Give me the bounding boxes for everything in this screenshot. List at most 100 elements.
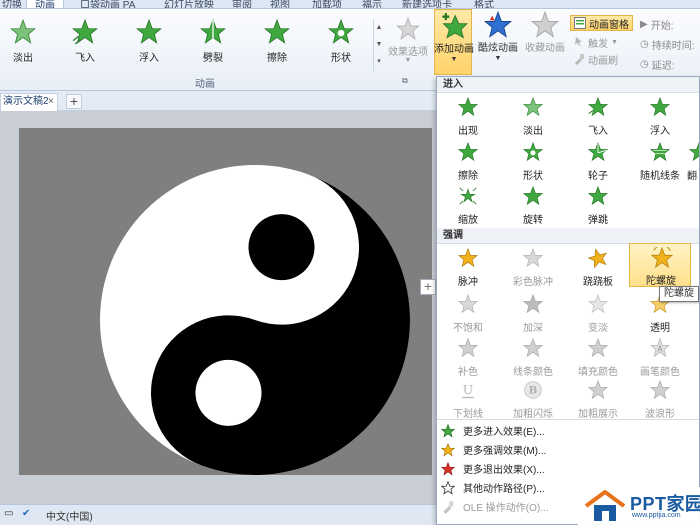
slide-workspace: + (0, 111, 436, 504)
effect-bounce[interactable]: 弹跳 (567, 183, 629, 227)
menu-divider (437, 419, 699, 420)
tab-view[interactable]: 视图 (270, 0, 290, 8)
gallery-scrollbar[interactable]: ▲ ▼ ▾ (373, 19, 384, 71)
document-tab[interactable]: 演示文稿2 × (0, 93, 58, 111)
gallery-item-fly-in[interactable]: 飞入 (60, 17, 110, 64)
star-appear-icon (458, 97, 478, 117)
star-shape-icon (328, 19, 354, 44)
add-animation-button[interactable]: 添加动画 ▼ (434, 9, 474, 75)
effect-label: 不饱和 (453, 323, 483, 334)
gallery-more-icon[interactable]: ▾ (374, 53, 384, 70)
effect-fade[interactable]: 淡出 (502, 94, 564, 138)
effect-fly-in[interactable]: 飞入 (567, 94, 629, 138)
gallery-label: 淡出 (13, 53, 33, 64)
spell-check-icon[interactable]: ✔ (22, 508, 30, 519)
star-line-color-icon (523, 338, 543, 358)
cool-animation-label: 酷炫动画 (478, 43, 518, 54)
animation-pane-button[interactable]: 动画窗格 (570, 15, 633, 31)
favorite-animation-label: 收藏动画 (525, 43, 565, 54)
star-teeter-icon (588, 248, 608, 268)
menu-more-emphasis-effects[interactable]: 更多强调效果(M)... (437, 440, 699, 459)
gallery-item-fade[interactable]: 淡出 (0, 17, 48, 64)
star-color-pulse-icon (523, 248, 543, 268)
section-header-emphasis: 强调 (437, 228, 699, 244)
tab-fushi[interactable]: 福示 (362, 0, 382, 8)
menu-item-label: 其他动作路径(P)... (463, 484, 545, 495)
tab-pocket-animation[interactable]: 口袋动画 PA (80, 0, 135, 8)
effect-options-button[interactable]: 效果选项 ▼ (386, 13, 430, 69)
yin-yang-shape[interactable] (19, 128, 432, 475)
close-icon[interactable]: × (48, 94, 54, 110)
star-random-bars-icon (650, 142, 670, 162)
menu-item-label: OLE 操作动作(O)... (463, 503, 549, 514)
effect-pulse[interactable]: 脉冲 (437, 245, 499, 289)
effect-options-label: 效果选项 (388, 47, 428, 58)
effect-label: 脉冲 (458, 277, 478, 288)
effect-zoom[interactable]: 缩放 (437, 183, 499, 227)
scroll-down-icon[interactable]: ▼ (374, 36, 384, 53)
gallery-label: 浮入 (139, 53, 159, 64)
favorite-animation-button[interactable]: 收藏动画 (523, 9, 567, 75)
effect-desaturate: 不饱和 (437, 291, 499, 335)
effect-fill-color: 填充颜色 (567, 335, 629, 379)
timing-start[interactable]: ▶ 开始: (640, 16, 700, 32)
dialog-launcher-icon[interactable]: ⧉ (402, 76, 408, 86)
cool-animation-button[interactable]: 酷炫动画 ▼ (476, 9, 520, 75)
effect-wheel[interactable]: 轮子 (567, 139, 629, 183)
tab-new-tab[interactable]: 新建选项卡 (402, 0, 452, 8)
star-brush-color-icon: A (650, 338, 670, 358)
star-desaturate-icon (458, 294, 478, 314)
animation-brush-label: 动画刷 (588, 55, 618, 67)
effect-color-pulse: 彩色脉冲 (502, 245, 564, 289)
effect-float-in[interactable]: 浮入 (629, 94, 691, 138)
star-fade-icon (10, 19, 36, 44)
house-logo-icon (584, 490, 626, 521)
effect-random-bars[interactable]: 随机线条 (629, 139, 691, 183)
tab-slideshow[interactable]: 幻灯片放映 (164, 0, 214, 8)
gallery-item-split[interactable]: 劈裂 (188, 17, 238, 64)
star-flip-icon (689, 142, 699, 162)
effect-teeter[interactable]: 跷跷板 (567, 245, 629, 289)
tab-format[interactable]: 格式 (474, 0, 494, 8)
scroll-up-icon[interactable]: ▲ (374, 19, 384, 36)
layout-icon[interactable]: ▭ (4, 508, 13, 519)
tab-review[interactable]: 审阅 (232, 0, 252, 8)
effect-label: 波浪形 (645, 409, 675, 420)
tab-animations[interactable]: 动画 (26, 0, 64, 8)
effect-spin[interactable]: 陀螺旋 (629, 243, 691, 287)
gallery-item-float-in[interactable]: 浮入 (124, 17, 174, 64)
effect-wipe[interactable]: 擦除 (437, 139, 499, 183)
tab-transitions[interactable]: 切换 (2, 0, 22, 8)
timing-duration[interactable]: ◷ 持续时间: (640, 36, 700, 52)
expand-handle-icon[interactable]: + (420, 279, 436, 295)
star-float-in-icon (650, 97, 670, 117)
effect-label: 加深 (523, 323, 543, 334)
language-indicator[interactable]: 中文(中国) (46, 508, 93, 523)
effect-appear[interactable]: 出现 (437, 94, 499, 138)
gallery-item-wipe[interactable]: 擦除 (252, 17, 302, 64)
effect-label: 翻 (687, 171, 697, 182)
timing-delay[interactable]: ◷ 延迟: (640, 56, 700, 72)
underline-u-icon: U (462, 382, 474, 399)
effect-complementary: 补色 (437, 335, 499, 379)
effect-shape[interactable]: 形状 (502, 139, 564, 183)
star-shape-icon (523, 142, 543, 162)
slide-canvas[interactable] (19, 128, 432, 475)
section-header-entrance: 进入 (437, 77, 699, 93)
menu-more-entrance-effects[interactable]: 更多进入效果(E)... (437, 421, 699, 440)
outline-star-icon (441, 480, 455, 495)
star-fly-in-icon (588, 97, 608, 117)
effect-swivel[interactable]: 旋转 (502, 183, 564, 227)
menu-more-exit-effects[interactable]: 更多退出效果(X)... (437, 459, 699, 478)
star-effect-options-icon (396, 17, 420, 40)
trigger-button[interactable]: 触发 ▼ (573, 34, 618, 50)
gallery-item-shape[interactable]: 形状 (316, 17, 366, 64)
svg-text:B: B (529, 385, 537, 396)
effect-flip[interactable]: 翻 (685, 139, 699, 183)
effect-tooltip: 陀螺旋 (659, 286, 699, 302)
new-document-tab-button[interactable]: + (66, 94, 82, 109)
effect-label: 淡出 (523, 126, 543, 137)
tab-addins[interactable]: 加载项 (312, 0, 342, 8)
animation-brush-button[interactable]: 动画刷 (573, 51, 618, 67)
effect-wave: 波浪形 (629, 377, 691, 421)
